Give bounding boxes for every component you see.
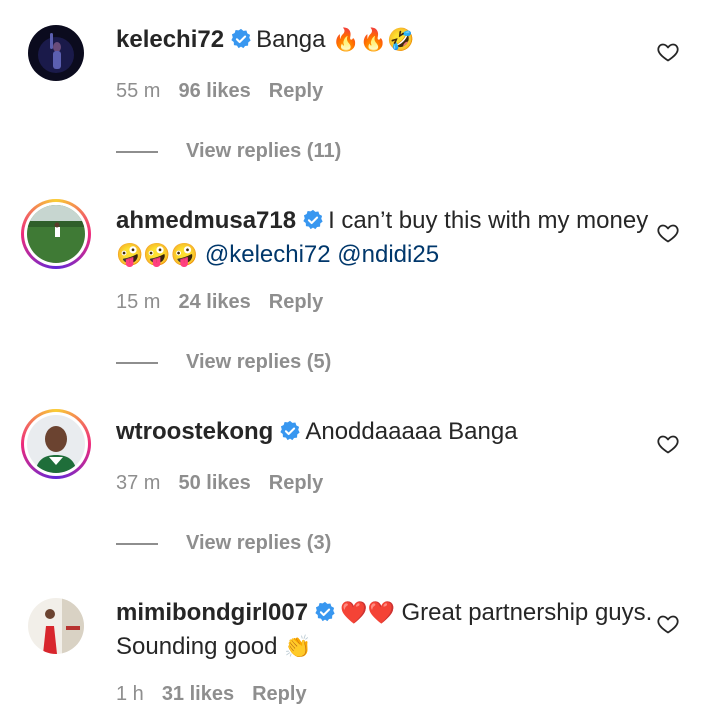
like-count[interactable]: 31 likes [162,683,234,705]
view-replies-button[interactable]: View replies (3) [116,532,331,555]
avatar-story-ring[interactable] [21,199,91,269]
view-replies-label: View replies (5) [186,351,332,373]
reply-button[interactable]: Reply [269,291,323,313]
verified-badge-icon [314,600,336,631]
timestamp: 55 m [116,80,161,102]
comment-body: wtroostekong Anoddaaaaa Banga [116,416,660,450]
heart-outline-icon[interactable] [656,612,680,636]
comment-emojis: 🤪🤪🤪 [116,242,199,267]
like-count[interactable]: 24 likes [178,291,250,313]
verified-badge-icon [230,27,252,58]
heart-outline-icon[interactable] [656,221,680,245]
heart-outline-icon[interactable] [656,432,680,456]
comment-text: I can’t buy this with my money [328,207,649,234]
reply-button[interactable]: Reply [252,683,306,705]
timestamp: 37 m [116,472,161,494]
avatar [27,205,85,263]
heart-outline-icon[interactable] [656,40,680,64]
reply-button[interactable]: Reply [269,472,323,494]
comment-meta: 15 m 24 likes Reply [116,291,341,314]
username[interactable]: ahmedmusa718 [116,207,296,234]
verified-badge-icon [279,419,301,450]
replies-divider [116,542,158,545]
like-count[interactable]: 50 likes [178,472,250,494]
avatar [27,415,85,473]
comment-text: Banga [256,26,326,53]
comment-body: mimibondgirl007 ❤️❤️ Great partnership gu… [116,597,660,662]
comment-emojis: 👏 [284,634,312,659]
comment-text: Anoddaaaaa Banga [305,418,518,445]
comment-body: ahmedmusa718 I can’t buy this with my mon… [116,205,660,270]
avatar[interactable] [28,25,84,81]
comment-body: kelechi72 Banga 🔥🔥🤣 [116,24,660,58]
username[interactable]: kelechi72 [116,26,224,53]
comment-emojis: 🔥🔥🤣 [332,27,415,52]
view-replies-label: View replies (11) [186,140,342,162]
comment-meta: 37 m 50 likes Reply [116,472,341,495]
replies-divider [116,150,158,153]
mentions[interactable]: @kelechi72 @ndidi25 [205,241,439,268]
comment-pre-emojis: ❤️❤️ [340,600,395,625]
avatar-story-ring[interactable] [21,409,91,479]
timestamp: 15 m [116,291,161,313]
username[interactable]: wtroostekong [116,418,273,445]
comment-meta: 1 h 31 likes Reply [116,683,325,706]
username[interactable]: mimibondgirl007 [116,599,308,626]
replies-divider [116,361,158,364]
view-replies-button[interactable]: View replies (11) [116,140,341,163]
timestamp: 1 h [116,683,144,705]
like-count[interactable]: 96 likes [178,80,250,102]
comment-meta: 55 m 96 likes Reply [116,80,341,103]
view-replies-label: View replies (3) [186,532,332,554]
verified-badge-icon [302,208,324,239]
view-replies-button[interactable]: View replies (5) [116,351,331,374]
avatar[interactable] [28,598,84,654]
reply-button[interactable]: Reply [269,80,323,102]
